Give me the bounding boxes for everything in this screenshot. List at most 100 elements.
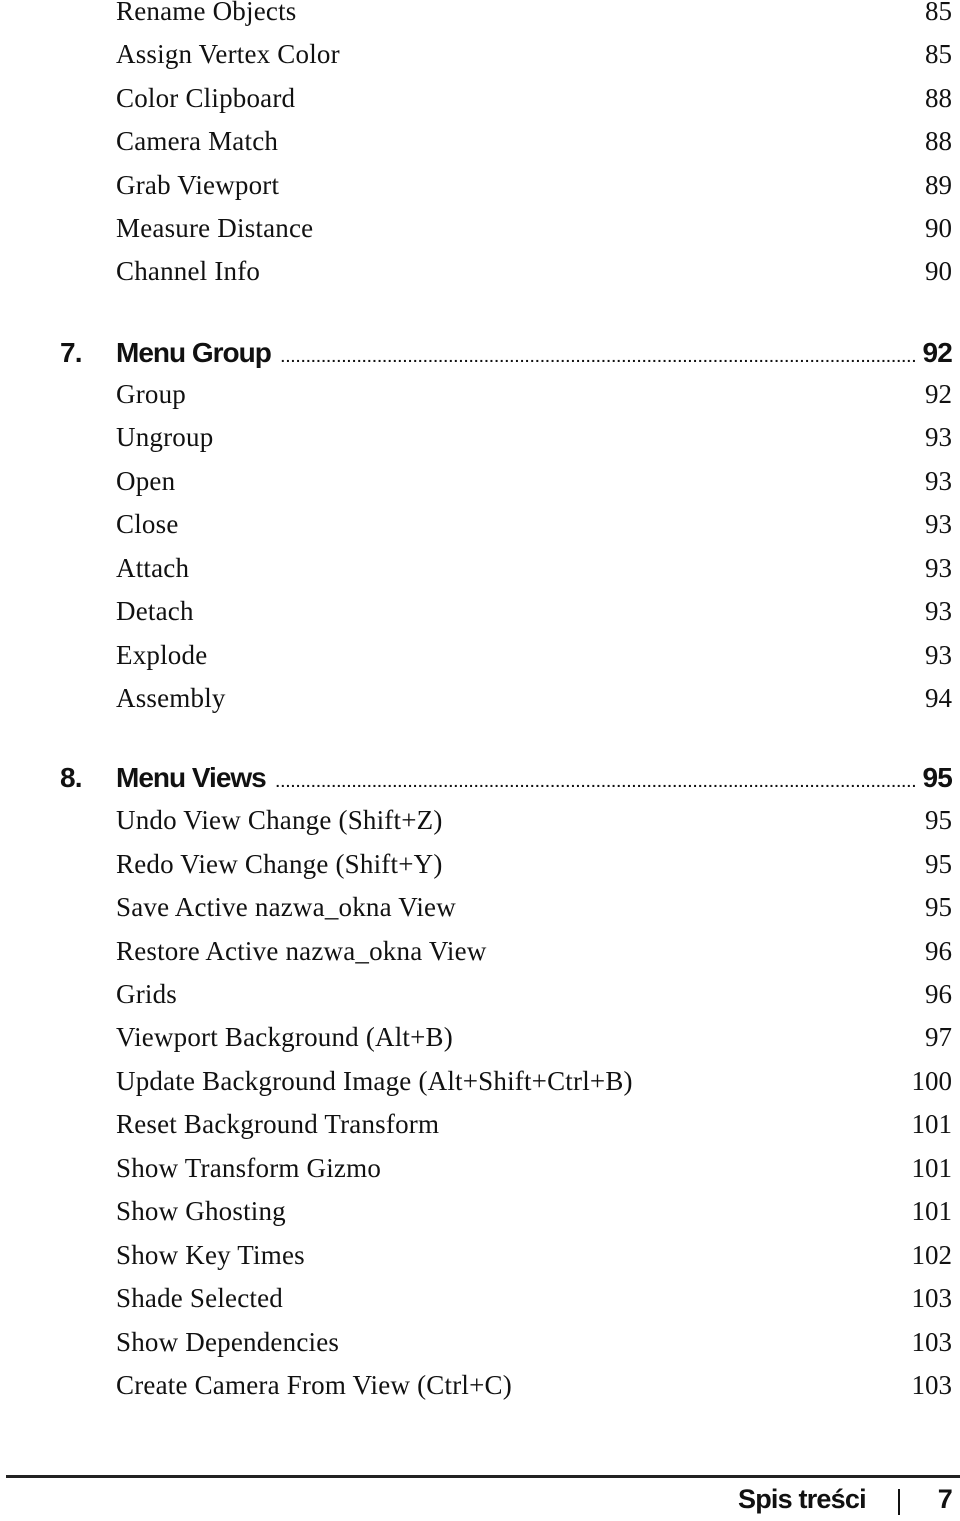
entry-title: Undo View Change (Shift+Z) (116, 805, 443, 835)
toc-entry[interactable]: Reset Background Transform 101 (116, 1109, 952, 1149)
toc-entry[interactable]: Show Ghosting 101 (116, 1196, 952, 1236)
toc-entry[interactable]: Show Dependencies 103 (116, 1327, 952, 1367)
toc-entry[interactable]: Open 93 (116, 466, 952, 506)
entry-title: Open (116, 466, 176, 496)
entry-page: 93 (925, 640, 952, 670)
page-footer: Spis treści 7 (738, 1484, 953, 1520)
entry-title: Color Clipboard (116, 83, 296, 113)
entry-page: 96 (925, 979, 952, 1009)
entry-title: Save Active nazwa_okna View (116, 892, 456, 922)
entry-title: Show Ghosting (116, 1196, 286, 1226)
entry-title: Create Camera From View (Ctrl+C) (116, 1370, 512, 1400)
toc-entry[interactable]: Channel Info 90 (116, 256, 952, 296)
entry-title: Close (116, 509, 179, 539)
entry-title: Show Transform Gizmo (116, 1153, 382, 1183)
entry-page: 90 (925, 256, 952, 286)
entry-page: 93 (925, 596, 952, 626)
toc-entry[interactable]: Measure Distance 90 (116, 213, 952, 253)
entry-page: 101 (911, 1196, 953, 1226)
entry-page: 95 (925, 849, 952, 879)
entry-page: 95 (925, 892, 952, 922)
entry-title: Assign Vertex Color (116, 39, 340, 69)
toc-entry[interactable]: Show Transform Gizmo 101 (116, 1153, 952, 1193)
entry-title: Camera Match (116, 126, 279, 156)
entry-title: Ungroup (116, 422, 214, 452)
entry-page: 96 (925, 936, 952, 966)
entry-page: 97 (925, 1022, 952, 1052)
toc-entry[interactable]: Camera Match 88 (116, 126, 952, 166)
entry-page: 103 (911, 1327, 953, 1357)
entry-title: Show Dependencies (116, 1327, 340, 1357)
entry-title: Grab Viewport (116, 170, 280, 200)
chapter-number: 7. (60, 337, 83, 368)
chapter-number: 8. (60, 762, 83, 793)
entry-title: Update Background Image (Alt+Shift+Ctrl+… (116, 1066, 633, 1096)
toc-entry[interactable]: Save Active nazwa_okna View 95 (116, 892, 952, 932)
footer-rule (6, 1475, 960, 1478)
entry-title: Reset Background Transform (116, 1109, 440, 1139)
toc-entry[interactable]: Update Background Image (Alt+Shift+Ctrl+… (116, 1066, 952, 1106)
toc-entry[interactable]: Rename Objects 85 (116, 0, 952, 36)
toc-entry[interactable]: Grids 96 (116, 979, 952, 1019)
chapter-title: Menu Group (116, 337, 272, 368)
entry-page: 101 (911, 1109, 953, 1139)
toc-entry[interactable]: Viewport Background (Alt+B) 97 (116, 1022, 952, 1062)
entry-page: 93 (925, 466, 952, 496)
entry-page: 94 (925, 683, 952, 713)
entry-title: Attach (116, 553, 190, 583)
entry-title: Measure Distance (116, 213, 314, 243)
toc-entry[interactable]: Grab Viewport 89 (116, 170, 952, 210)
entry-title: Redo View Change (Shift+Y) (116, 849, 443, 879)
footer-page-number: 7 (937, 1484, 953, 1514)
entry-title: Restore Active nazwa_okna View (116, 936, 487, 966)
toc-entry[interactable]: Restore Active nazwa_okna View 96 (116, 936, 952, 976)
chapter-page: 92 (922, 337, 952, 368)
toc-entry[interactable]: Close 93 (116, 509, 952, 549)
entry-title: Channel Info (116, 256, 261, 286)
entry-page: 101 (911, 1153, 953, 1183)
chapter-heading[interactable]: 8. Menu Views 95 (60, 762, 953, 802)
entry-page: 89 (925, 170, 952, 200)
entry-page: 100 (911, 1066, 953, 1096)
toc-entry[interactable]: Shade Selected 103 (116, 1283, 952, 1323)
toc-entry[interactable]: Undo View Change (Shift+Z) 95 (116, 805, 952, 845)
toc-entry[interactable]: Create Camera From View (Ctrl+C) 103 (116, 1370, 952, 1410)
entry-title: Explode (116, 640, 208, 670)
chapter-heading[interactable]: 7. Menu Group 92 (60, 337, 953, 377)
dot-leader (281, 349, 917, 365)
toc-entry[interactable]: Attach 93 (116, 553, 952, 593)
entry-title: Show Key Times (116, 1240, 305, 1270)
dot-leader (276, 774, 917, 790)
entry-title: Detach (116, 596, 194, 626)
entry-title: Grids (116, 979, 177, 1009)
toc-entry[interactable]: Assembly 94 (116, 683, 952, 723)
toc-entry[interactable]: Redo View Change (Shift+Y) 95 (116, 849, 952, 889)
entry-page: 93 (925, 553, 952, 583)
toc-entry[interactable]: Assign Vertex Color 85 (116, 39, 952, 79)
footer-separator (897, 1489, 900, 1515)
toc-entry[interactable]: Detach 93 (116, 596, 952, 636)
toc-entry[interactable]: Show Key Times 102 (116, 1240, 952, 1280)
entry-title: Shade Selected (116, 1283, 283, 1313)
toc-entry[interactable]: Color Clipboard 88 (116, 83, 952, 123)
entry-title: Assembly (116, 683, 226, 713)
footer-section-title: Spis treści (738, 1484, 867, 1514)
toc-entry[interactable]: Ungroup 93 (116, 422, 952, 462)
chapter-title: Menu Views (116, 762, 267, 793)
entry-page: 103 (911, 1283, 953, 1313)
entry-page: 88 (925, 126, 952, 156)
entry-page: 93 (925, 422, 952, 452)
entry-page: 95 (925, 805, 952, 835)
toc-entry[interactable]: Explode 93 (116, 640, 952, 680)
entry-page: 85 (925, 39, 952, 69)
entry-title: Viewport Background (Alt+B) (116, 1022, 453, 1052)
chapter-page: 95 (922, 762, 952, 793)
toc-page: Rename Objects 85 Assign Vertex Color 85… (0, 0, 960, 1521)
entry-page: 103 (911, 1370, 953, 1400)
entry-page: 102 (911, 1240, 953, 1270)
entry-page: 88 (925, 83, 952, 113)
entry-page: 92 (925, 379, 952, 409)
entry-page: 93 (925, 509, 952, 539)
toc-entry[interactable]: Group 92 (116, 379, 952, 419)
entry-title: Rename Objects (116, 0, 297, 26)
